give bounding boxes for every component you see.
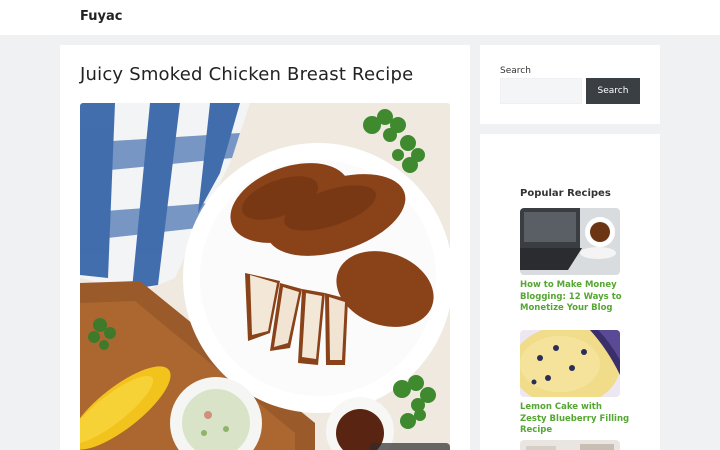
popular-recipes-title: Popular Recipes (520, 188, 611, 199)
recipe-thumbnail[interactable] (520, 208, 620, 275)
popular-recipes-widget: Popular Recipes How to Make Money Bloggi… (480, 134, 660, 450)
search-label: Search (500, 66, 531, 76)
main-content: Juicy Smoked Chicken Breast Recipe (60, 45, 470, 450)
search-input[interactable] (500, 78, 582, 104)
recipe-link[interactable]: How to Make Money Blogging: 12 Ways to M… (520, 280, 630, 315)
page-title: Juicy Smoked Chicken Breast Recipe (80, 64, 414, 85)
featured-image (80, 103, 450, 450)
top-bar: Fuyac (0, 0, 720, 35)
search-button[interactable]: Search (586, 78, 640, 104)
site-logo-link[interactable]: Fuyac (80, 9, 122, 24)
recipe-thumbnail[interactable] (520, 330, 620, 397)
search-widget: Search Search (480, 45, 660, 124)
recipe-link[interactable]: Lemon Cake with Zesty Blueberry Filling … (520, 402, 630, 437)
recipe-thumbnail[interactable] (520, 440, 620, 450)
